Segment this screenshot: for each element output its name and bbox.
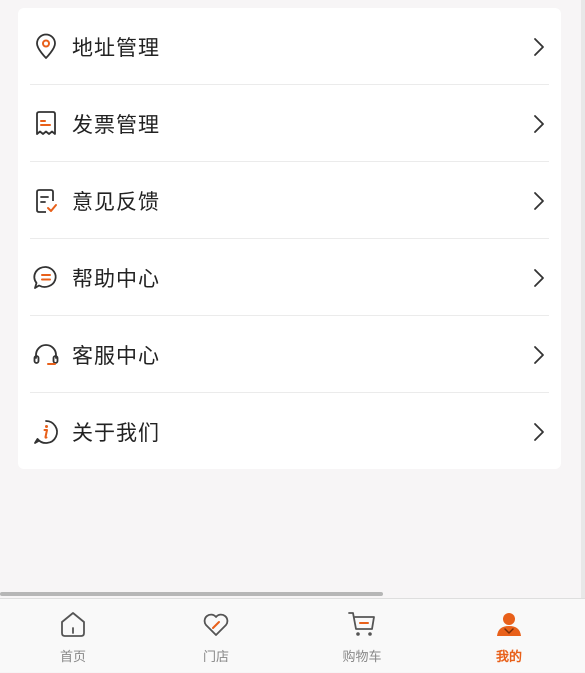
- menu-item-invoice[interactable]: 发票管理: [18, 85, 561, 162]
- chevron-right-icon: [534, 268, 544, 287]
- menu-item-customer-service[interactable]: 客服中心: [18, 316, 561, 393]
- menu-item-label: 客服中心: [72, 343, 160, 368]
- tab-label: 首页: [59, 650, 86, 665]
- chevron-right-icon: [534, 345, 544, 364]
- tab-label: 我的: [495, 650, 522, 665]
- menu-item-label: 意见反馈: [72, 189, 160, 214]
- help-chat-icon: [32, 264, 60, 292]
- chevron-right-icon: [534, 191, 544, 210]
- cart-icon: [348, 612, 375, 636]
- tab-home[interactable]: 首页: [0, 599, 146, 673]
- menu-item-about-us[interactable]: 关于我们: [18, 393, 561, 470]
- info-icon: [32, 418, 60, 446]
- chevron-right-icon: [534, 114, 544, 133]
- store-heart-icon: [203, 613, 229, 636]
- tab-label: 门店: [202, 650, 229, 665]
- menu-item-label: 地址管理: [72, 35, 160, 60]
- headset-icon: [32, 341, 60, 369]
- tab-store[interactable]: 门店: [143, 599, 289, 673]
- invoice-icon: [32, 110, 60, 138]
- menu-item-address[interactable]: 地址管理: [18, 8, 561, 85]
- tab-label: 购物车: [342, 650, 382, 665]
- feedback-icon: [32, 187, 60, 215]
- menu-item-label: 发票管理: [72, 112, 160, 137]
- chevron-right-icon: [534, 422, 544, 441]
- tab-mine[interactable]: 我的: [436, 599, 582, 673]
- menu-item-label: 关于我们: [72, 420, 160, 445]
- user-icon: [497, 613, 521, 636]
- horizontal-scrollbar[interactable]: [0, 592, 383, 596]
- chevron-right-icon: [534, 37, 544, 56]
- right-edge-strip: [581, 0, 585, 672]
- settings-menu-card: 地址管理 发票管理 意见反馈 帮助中心 客服中心 关于我们: [18, 8, 561, 469]
- tab-cart[interactable]: 购物车: [289, 599, 435, 673]
- home-icon: [61, 612, 85, 637]
- menu-item-label: 帮助中心: [72, 266, 160, 291]
- menu-item-feedback[interactable]: 意见反馈: [18, 162, 561, 239]
- menu-item-help-center[interactable]: 帮助中心: [18, 239, 561, 316]
- location-pin-icon: [32, 33, 60, 61]
- bottom-tab-bar: 首页 门店 购物车 我的: [0, 598, 585, 672]
